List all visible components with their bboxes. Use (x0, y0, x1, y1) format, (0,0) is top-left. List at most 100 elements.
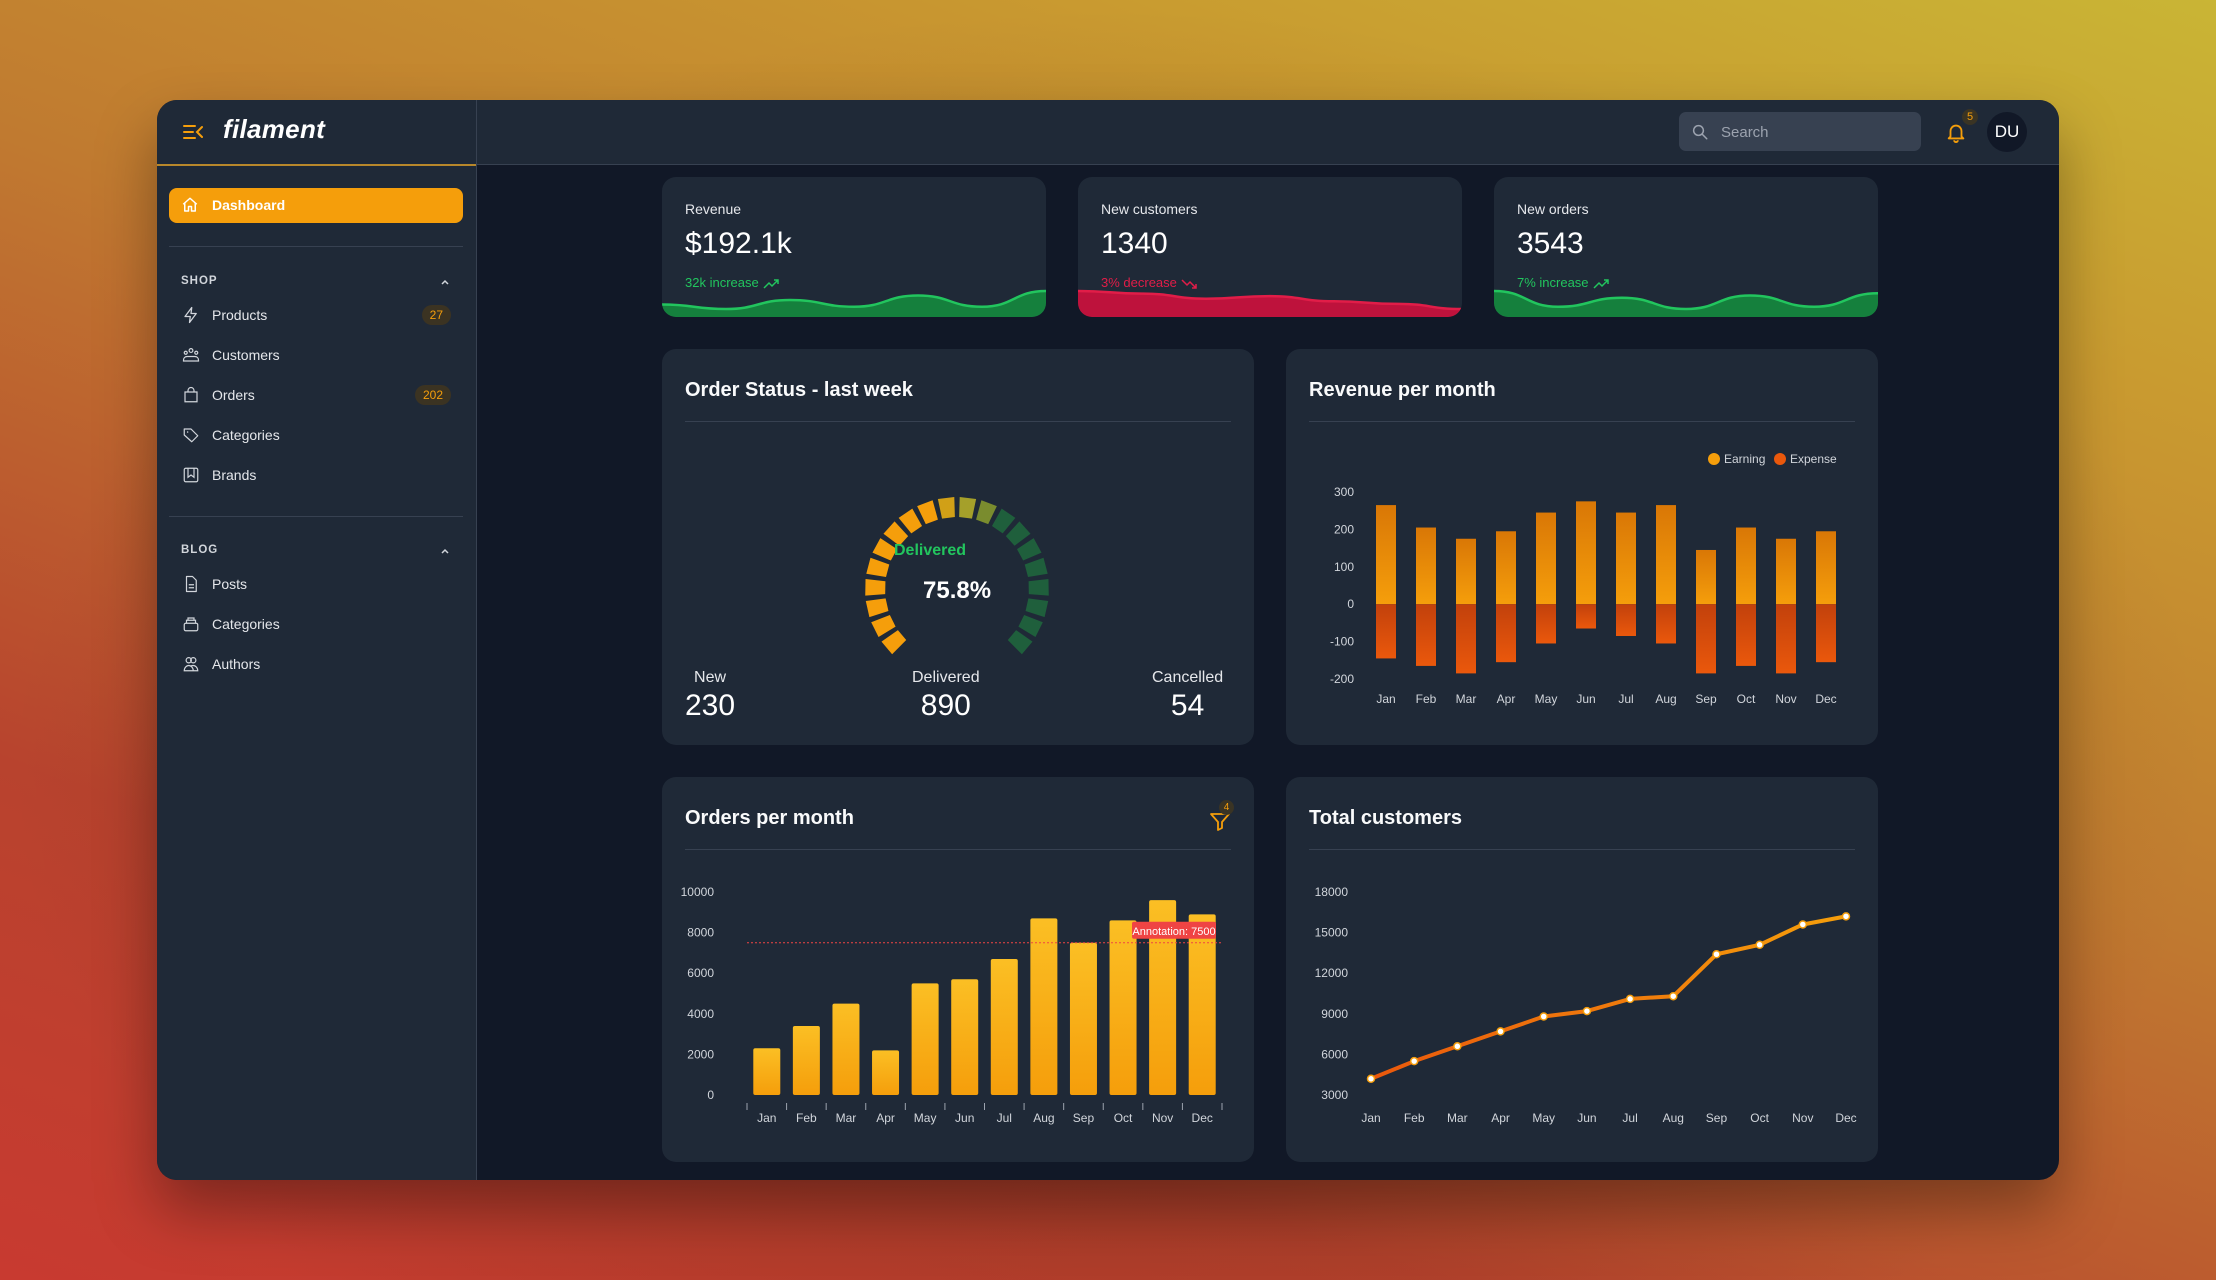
sidebar-item-label: Orders (212, 387, 255, 403)
sidebar-item-posts[interactable]: Posts (169, 566, 463, 602)
sidebar-item-orders[interactable]: Orders 202 (169, 377, 463, 413)
sidebar-item-categories[interactable]: Categories (169, 417, 463, 453)
customers-chart-card: Total customers 18000 15000 12000 9000 6000 3… (1286, 777, 1878, 1162)
document-icon (185, 575, 197, 593)
bar-earning (1536, 512, 1556, 605)
search-box[interactable] (1679, 112, 1921, 153)
x-tick-label: Jan (1376, 692, 1395, 706)
bar (990, 958, 1018, 1095)
sidebar-item-blog-categories[interactable]: Categories (169, 606, 463, 642)
bar-expense (1496, 604, 1516, 663)
bar (1030, 918, 1058, 1095)
x-tick-label: Aug (1663, 1111, 1684, 1125)
gauge-segment (976, 500, 997, 525)
status-new: New 230 (685, 669, 735, 723)
chevron-up-icon[interactable] (439, 545, 451, 557)
orders-chart-card: Orders per month 4 10000 8000 6000 4000 2000… (662, 777, 1254, 1162)
gauge-segment (865, 579, 886, 596)
y-tick-label: 0 (707, 1088, 714, 1102)
brand-row: filament (157, 100, 476, 166)
bar (1188, 914, 1216, 1095)
x-tick-label: Mar (1447, 1111, 1468, 1125)
stat-value: 1340 (1101, 227, 1168, 260)
gauge-segment (917, 500, 938, 525)
sidebar-item-label: Brands (212, 467, 257, 483)
y-tick-label: 200 (1334, 522, 1354, 536)
data-point (1453, 1042, 1462, 1051)
legend-marker-earning (1708, 453, 1720, 465)
bar-expense (1656, 604, 1676, 644)
x-tick-label: Feb (796, 1111, 817, 1125)
bell-icon[interactable] (1945, 120, 1967, 144)
chevron-up-icon[interactable] (439, 276, 451, 288)
gauge-value: 75.8% (923, 577, 992, 604)
gauge-segment (1024, 557, 1048, 578)
search-input[interactable] (1719, 112, 1918, 153)
collapse-sidebar-icon[interactable] (182, 122, 204, 142)
inbox-stack-icon (183, 617, 199, 632)
sidebar-item-customers[interactable]: Customers (169, 337, 463, 373)
gauge-segment (866, 557, 890, 578)
status-value: 230 (685, 689, 736, 722)
x-tick-label: Dec (1192, 1111, 1213, 1125)
customers-chart: 18000 15000 12000 9000 6000 3000 Jan Feb Mar Apr M… (1315, 885, 1857, 1125)
x-tick-label: May (914, 1111, 937, 1125)
x-tick-label: Sep (1706, 1111, 1728, 1125)
sidebar-item-label: Categories (212, 616, 280, 632)
gauge-segment (991, 508, 1016, 534)
sparkline-line (1494, 289, 1878, 311)
bar (792, 1025, 820, 1095)
bar-earning (1616, 512, 1636, 605)
data-point (1496, 1027, 1505, 1036)
x-tick-label: Mar (1456, 692, 1477, 706)
gauge-segment (1028, 579, 1049, 596)
x-tick-label: Jun (1577, 1111, 1596, 1125)
data-point (1409, 1056, 1419, 1066)
topbar: 5 DU (477, 100, 2059, 165)
x-tick-label: Jun (955, 1111, 974, 1125)
sidebar-item-authors[interactable]: Authors (169, 646, 463, 682)
sidebar-item-label: Customers (212, 347, 280, 363)
gauge-segment (937, 497, 955, 519)
bar-expense (1376, 604, 1396, 659)
users-icon (182, 348, 200, 362)
status-value: 890 (920, 689, 971, 722)
shopping-bag-icon (184, 386, 198, 403)
brand-logo[interactable]: filament (223, 114, 325, 145)
sidebar-item-products[interactable]: Products 27 (169, 297, 463, 333)
status-label: New (694, 669, 727, 686)
x-tick-label: May (1535, 692, 1558, 706)
stat-card-revenue: Revenue $192.1k 32k increase (662, 177, 1046, 317)
bookmark-square-icon (183, 467, 199, 483)
sidebar-item-brands[interactable]: Brands (169, 457, 463, 493)
sidebar: filament Dashboard SHOP Products 27 Cust… (157, 100, 477, 1180)
status-cancelled: Cancelled 54 (1152, 669, 1223, 723)
sidebar-item-label: Products (212, 307, 268, 323)
data-point (1625, 994, 1635, 1004)
bar-earning (1656, 505, 1676, 605)
sidebar-item-dashboard[interactable]: Dashboard (169, 188, 463, 223)
stat-label: New orders (1517, 201, 1589, 217)
bar (832, 1003, 860, 1095)
home-icon (182, 197, 198, 212)
data-point (1539, 1012, 1548, 1021)
bar-expense (1456, 604, 1476, 674)
stat-label: Revenue (685, 201, 742, 217)
series-line (1370, 914, 1847, 1081)
x-tick-label: Apr (1491, 1111, 1510, 1125)
y-tick-label: 6000 (687, 966, 714, 980)
gauge-segment (881, 630, 907, 655)
count-badge: 27 (421, 305, 451, 325)
bar-expense (1536, 604, 1556, 644)
user-avatar[interactable]: DU (1987, 112, 2027, 152)
bar-earning (1816, 531, 1836, 605)
sparkline (1078, 289, 1462, 317)
bar (753, 1048, 781, 1095)
stat-value: $192.1k (685, 227, 792, 260)
gauge-segment (1018, 614, 1043, 638)
sidebar-item-label: Dashboard (212, 197, 286, 213)
x-tick-label: Feb (1404, 1111, 1425, 1125)
y-tick-label: 6000 (1321, 1047, 1348, 1061)
x-tick-label: Apr (1497, 692, 1516, 706)
sidebar-item-label: Categories (212, 427, 280, 443)
